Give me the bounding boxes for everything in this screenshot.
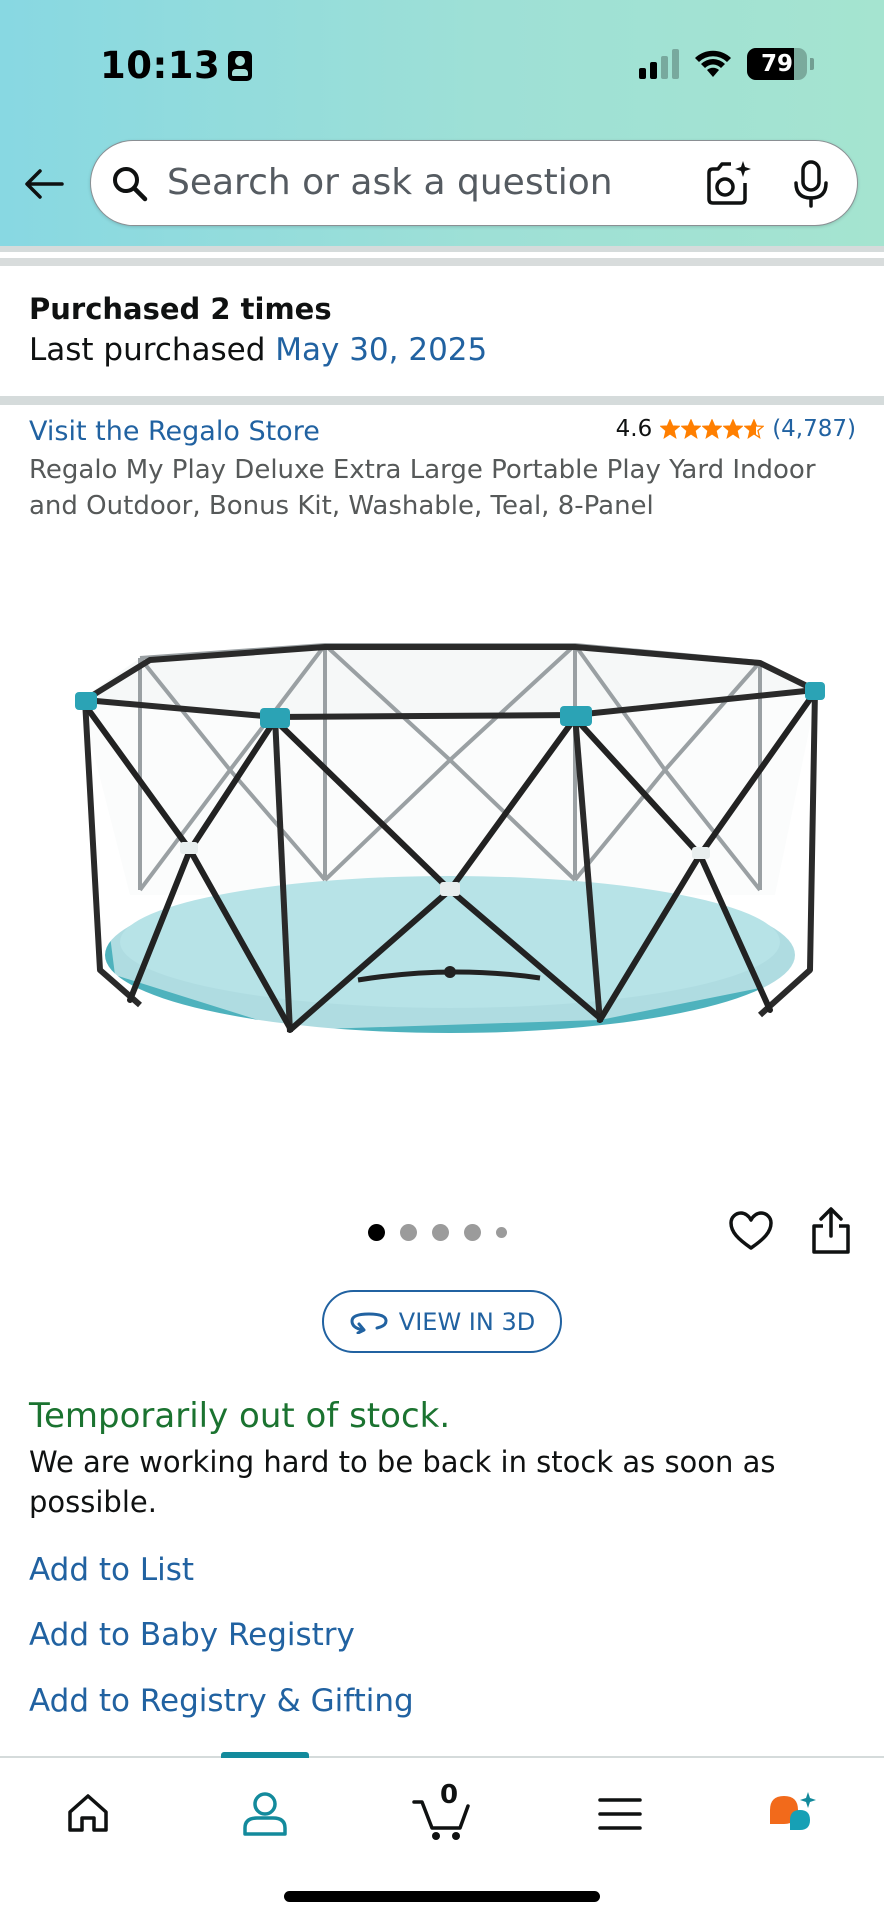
add-to-baby-registry-link[interactable]: Add to Baby Registry xyxy=(29,1617,355,1653)
availability-status: Temporarily out of stock. xyxy=(29,1396,451,1436)
status-icons: 79 xyxy=(639,48,814,80)
section-divider xyxy=(0,396,884,405)
product-image[interactable] xyxy=(40,620,840,1060)
active-tab-indicator xyxy=(221,1752,309,1758)
section-divider xyxy=(0,258,884,266)
add-to-list-link[interactable]: Add to List xyxy=(29,1552,194,1588)
star-icon xyxy=(702,419,723,439)
availability-description: We are working hard to be back in stock … xyxy=(29,1445,776,1519)
star-icon xyxy=(723,419,744,439)
status-time: 10:13 xyxy=(100,44,253,87)
search-icon xyxy=(113,167,148,202)
carousel-dot[interactable] xyxy=(400,1224,417,1241)
last-purchased: Last purchased May 30, 2025 xyxy=(29,332,487,368)
rufus-ai-icon[interactable] xyxy=(764,1784,824,1844)
section-divider xyxy=(0,246,884,252)
microphone-icon[interactable] xyxy=(791,159,831,209)
menu-icon[interactable] xyxy=(590,1784,650,1844)
last-purchased-label: Last purchased xyxy=(29,332,266,368)
carousel-dot[interactable] xyxy=(368,1224,385,1241)
camera-search-icon[interactable] xyxy=(703,159,753,209)
cart-count: 0 xyxy=(440,1780,459,1810)
back-arrow-icon[interactable] xyxy=(20,160,68,208)
star-icon xyxy=(660,419,681,439)
cellular-signal-icon xyxy=(639,49,679,79)
rating-summary[interactable]: 4.6 (4,787) xyxy=(616,416,856,442)
rating-value: 4.6 xyxy=(615,416,653,442)
image-carousel-dots[interactable] xyxy=(368,1224,507,1241)
carousel-dot[interactable] xyxy=(432,1224,449,1241)
star-icon xyxy=(744,419,765,439)
status-time-text: 10:13 xyxy=(100,44,221,87)
carousel-dot[interactable] xyxy=(496,1227,507,1238)
share-icon[interactable] xyxy=(808,1206,854,1256)
search-bar[interactable]: Search or ask a question xyxy=(90,140,858,226)
account-icon[interactable] xyxy=(235,1784,295,1844)
heart-icon[interactable] xyxy=(728,1208,774,1254)
add-to-registry-gifting-link[interactable]: Add to Registry & Gifting xyxy=(29,1683,414,1719)
search-input[interactable]: Search or ask a question xyxy=(167,162,613,203)
battery-tip xyxy=(810,58,814,70)
home-icon[interactable] xyxy=(58,1784,118,1844)
star-icon xyxy=(681,419,702,439)
view-in-3d-button[interactable]: VIEW IN 3D xyxy=(322,1290,562,1353)
rotate-3d-icon xyxy=(350,1311,388,1334)
carousel-dot[interactable] xyxy=(464,1224,481,1241)
review-count[interactable]: (4,787) xyxy=(772,416,856,442)
store-link[interactable]: Visit the Regalo Store xyxy=(29,416,320,447)
battery-icon: 79 xyxy=(747,48,807,80)
purchase-count: Purchased 2 times xyxy=(29,292,332,326)
last-purchased-date-link[interactable]: May 30, 2025 xyxy=(275,332,487,368)
focus-mode-icon xyxy=(228,50,253,81)
wifi-icon xyxy=(695,50,731,77)
battery-percent: 79 xyxy=(760,51,793,77)
app-header: 10:13 79 Search or ask a question xyxy=(0,0,884,246)
star-rating xyxy=(660,419,765,439)
cart-button[interactable]: 0 xyxy=(412,1780,476,1844)
view-in-3d-label: VIEW IN 3D xyxy=(398,1307,536,1336)
product-title: Regalo My Play Deluxe Extra Large Portab… xyxy=(29,455,816,521)
home-indicator xyxy=(284,1891,600,1902)
